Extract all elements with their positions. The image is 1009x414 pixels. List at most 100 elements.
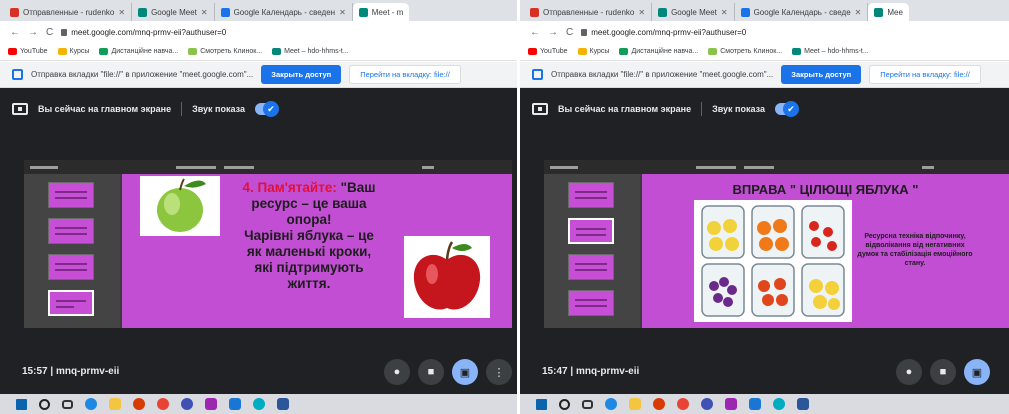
tab-gmail[interactable]: Отправленные - rudenko ✕ (4, 3, 133, 21)
reload-icon[interactable]: C (46, 27, 53, 38)
camera-button[interactable]: ■ (930, 359, 956, 385)
close-icon[interactable]: ✕ (118, 8, 125, 17)
bookmark-anime[interactable]: Смотреть Клинок... (708, 48, 782, 55)
windows-start-icon[interactable] (16, 398, 27, 410)
microphone-icon: ● (905, 366, 913, 378)
search-icon[interactable] (39, 398, 50, 410)
address-bar[interactable]: meet.google.com/mnq-prmv-eii?authuser=0 (61, 28, 226, 37)
audio-toggle[interactable]: ✔ (774, 101, 799, 117)
more-options-button[interactable]: ⋮ (486, 359, 512, 385)
switch-tab-button[interactable]: Перейти на вкладку: file:// (349, 65, 461, 84)
search-icon[interactable] (559, 398, 570, 410)
forward-icon[interactable]: → (548, 27, 558, 38)
bookmark-distance[interactable]: Дистанційне навча... (619, 48, 698, 55)
app-icon[interactable] (749, 398, 761, 410)
present-icon: ▣ (971, 366, 983, 379)
app-icon[interactable] (725, 398, 737, 410)
office-icon[interactable] (133, 398, 145, 410)
present-button[interactable]: ▣ (452, 359, 478, 385)
present-button[interactable]: ▣ (964, 359, 990, 385)
stop-sharing-button[interactable]: Закрыть доступ (781, 65, 862, 84)
green-apple-image (140, 176, 220, 236)
word-icon[interactable] (797, 398, 809, 410)
tab-meet-active[interactable]: Meet - m (352, 3, 410, 21)
app-icon[interactable] (773, 398, 785, 410)
app-icon[interactable] (701, 398, 713, 410)
audio-toggle[interactable]: ✔ (254, 101, 279, 117)
task-view-icon[interactable] (582, 399, 593, 409)
thumb-line (575, 299, 607, 301)
thumb-line (55, 233, 87, 235)
app-icon[interactable] (205, 398, 217, 410)
app-icon[interactable] (181, 398, 193, 410)
microphone-button[interactable]: ● (896, 359, 922, 385)
thumb-line (576, 234, 606, 236)
slide-line: які підтримують (254, 260, 364, 275)
bookmark-courses[interactable]: Курсы (57, 48, 89, 55)
tab-calendar[interactable]: Google Календарь - сведен ✕ (215, 3, 353, 21)
chrome-icon[interactable] (157, 398, 169, 410)
slide-thumbnail[interactable] (48, 218, 94, 244)
chrome-icon[interactable] (677, 398, 689, 410)
presenting-bar: Вы сейчас на главном экране Звук показа … (12, 98, 279, 120)
windows-taskbar (520, 394, 1009, 414)
bookmarks-bar: YouTube Курсы Дистанційне навча... Смотр… (520, 43, 1009, 61)
windows-start-icon[interactable] (536, 398, 547, 410)
close-icon[interactable]: ✕ (339, 8, 346, 17)
divider (701, 102, 703, 116)
tab-google-meet[interactable]: Google Meet ✕ (652, 3, 735, 21)
bookmark-anime[interactable]: Смотреть Клинок... (188, 48, 262, 55)
slide-thumbnail[interactable] (568, 254, 614, 280)
tab-meet-active[interactable]: Mee (868, 3, 909, 21)
edge-icon[interactable] (85, 398, 97, 410)
tab-gmail[interactable]: Отправленные - rudenko ✕ (524, 3, 653, 21)
back-icon[interactable]: ← (530, 27, 540, 38)
toolbar-item (550, 165, 578, 169)
office-icon[interactable] (653, 398, 665, 410)
bookmark-youtube[interactable]: YouTube (8, 48, 48, 55)
present-screen-icon (12, 103, 28, 115)
switch-tab-button[interactable]: Перейти на вкладку: file:// (869, 65, 981, 84)
separator: | (570, 366, 574, 377)
file-explorer-icon[interactable] (109, 398, 121, 410)
close-icon[interactable]: ✕ (855, 8, 862, 17)
slide-thumbnail-selected[interactable] (568, 218, 614, 244)
infobar-text: Отправка вкладки "file://" в приложение … (31, 70, 254, 79)
close-icon[interactable]: ✕ (201, 8, 208, 17)
slide-line-rest: "Ваш (336, 180, 376, 195)
file-explorer-icon[interactable] (629, 398, 641, 410)
bookmark-meet[interactable]: Meet – hdo-hhms-t... (792, 48, 869, 55)
tab-label: Отправленные - rudenko (23, 7, 115, 17)
reload-icon[interactable]: C (566, 27, 573, 38)
word-icon[interactable] (277, 398, 289, 410)
bookmark-distance[interactable]: Дистанційне навча... (99, 48, 178, 55)
toolbar-item (176, 165, 216, 169)
bookmark-youtube[interactable]: YouTube (528, 48, 568, 55)
bookmark-courses[interactable]: Курсы (577, 48, 609, 55)
bookmark-label: Meet – hdo-hhms-t... (804, 48, 869, 55)
slide-thumbnail[interactable] (568, 182, 614, 208)
address-bar[interactable]: meet.google.com/mnq-prmv-eii?authuser=0 (581, 28, 746, 37)
microphone-icon: ● (393, 366, 401, 378)
close-icon[interactable]: ✕ (721, 8, 728, 17)
microphone-button[interactable]: ● (384, 359, 410, 385)
back-icon[interactable]: ← (10, 27, 20, 38)
bookmark-meet[interactable]: Meet – hdo-hhms-t... (272, 48, 349, 55)
tab-calendar[interactable]: Google Календарь - сведе ✕ (735, 3, 869, 21)
task-view-icon[interactable] (62, 399, 73, 409)
stop-sharing-button[interactable]: Закрыть доступ (261, 65, 342, 84)
slide-thumbnail[interactable] (48, 254, 94, 280)
presenting-label: Вы сейчас на главном экране (558, 104, 692, 114)
forward-icon[interactable]: → (28, 27, 38, 38)
camera-button[interactable]: ■ (418, 359, 444, 385)
slide-thumbnail[interactable] (48, 182, 94, 208)
slide-thumbnail[interactable] (568, 290, 614, 316)
classroom-icon (619, 48, 629, 55)
browser-toolbar: ← → C meet.google.com/mnq-prmv-eii?authu… (0, 21, 517, 43)
slide-thumbnail-selected[interactable] (48, 290, 94, 316)
app-icon[interactable] (229, 398, 241, 410)
close-icon[interactable]: ✕ (638, 8, 645, 17)
tab-google-meet[interactable]: Google Meet ✕ (132, 3, 215, 21)
edge-icon[interactable] (605, 398, 617, 410)
app-icon[interactable] (253, 398, 265, 410)
